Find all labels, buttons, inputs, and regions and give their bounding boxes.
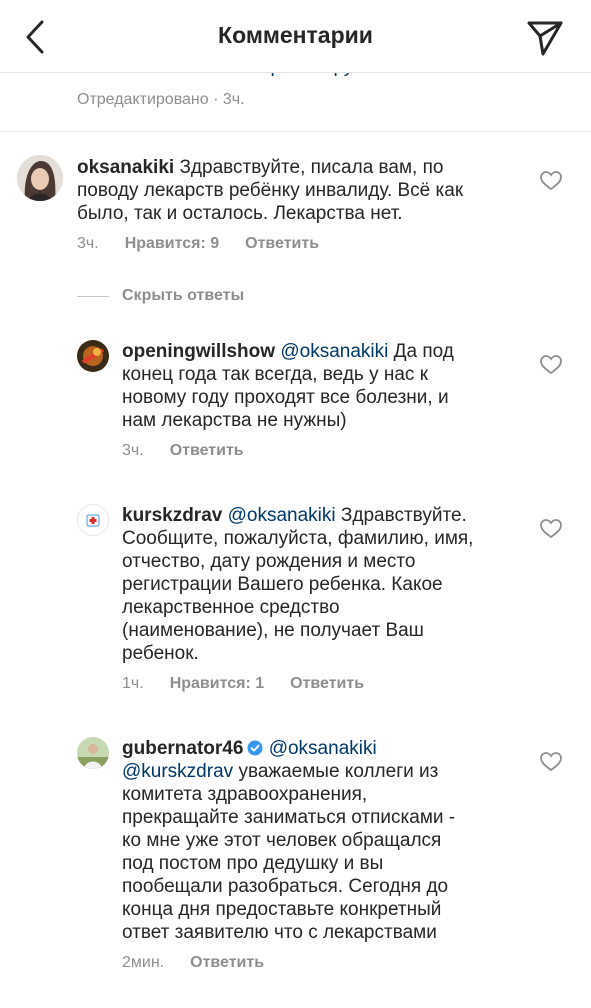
avatar[interactable] [77,504,109,536]
mention-link[interactable]: @oksanakiki [280,341,388,362]
avatar-photo-icon [17,155,63,201]
avatar[interactable] [77,737,109,769]
comment-text: openingwillshow @oksanakiki Да под конец… [122,340,454,432]
comment-text: oksanakiki Здравствуйте, писала вам, по … [77,156,463,225]
comment-line: Да под [393,341,454,362]
medical-cross-icon [78,505,108,535]
comment-time: 2мин. [122,954,165,971]
mention-link[interactable]: @oksanakiki [269,738,377,759]
reply-button[interactable]: Ответить [170,442,244,460]
like-heart-icon[interactable] [540,519,562,539]
likes-count[interactable]: Нравится: 9 [125,235,219,253]
like-heart-icon[interactable] [540,752,562,772]
likes-count[interactable]: Нравится: 1 [170,675,264,693]
comment-line: уважаемые коллеги из [238,761,439,782]
comment-line: конца дня предоставьте конкретный [122,899,442,920]
like-heart-icon[interactable] [540,355,562,375]
like-heart-icon[interactable] [540,171,562,191]
reply-button[interactable]: Ответить [245,235,319,253]
avatar[interactable] [77,340,109,372]
comment-line: отчество, дату рождения и место [122,551,416,572]
verified-badge-icon [247,740,263,756]
comment-text: gubernator46 @oksanakiki @kurskzdrav ува… [122,737,455,944]
comment-line: ребенок. [122,643,199,664]
comment-line: лекарственное средство [122,597,340,618]
avatar-photo-icon [77,340,109,372]
comment-line: Сообщите, пожалуйста, фамилию, имя, [122,528,474,549]
comment-meta: 3ч. Ответить [122,442,244,460]
comment-text: kurskzdrav @oksanakiki Здравствуйте. Соо… [122,504,473,665]
comment-line: было, так и осталось. Лекарства нет. [77,203,403,224]
comment-meta: 3ч. Нравится: 9 Ответить [77,235,319,253]
comment-line: Здравствуйте, писала вам, по [179,157,444,178]
comment-line: (наименование), не получает Ваш [122,620,424,641]
comment-line: под постом про дедушку и вы [122,853,384,874]
comment-time: 3ч. [122,442,144,459]
comment-line: поводу лекарств ребёнку инвалиду. Всё ка… [77,180,464,201]
mention-link[interactable]: @kurskzdrav [122,761,233,782]
comment-line: прекращайте заниматься отписками - [122,807,456,828]
avatar[interactable] [17,155,63,201]
comment-line: нам лекарства не нужны) [122,410,347,431]
comment-line: Здравствуйте. [340,505,467,526]
reply-button[interactable]: Ответить [290,675,364,693]
page-title: Комментарии [218,22,373,48]
reply-button[interactable]: Ответить [190,954,264,972]
comment-line: ответ заявителю что с лекарствами [122,922,437,943]
direct-send-icon[interactable] [524,18,566,58]
hide-replies-button[interactable]: Скрыть ответы [122,287,244,305]
comment-username[interactable]: openingwillshow [122,341,275,362]
hide-replies-line [77,296,109,297]
comment-username[interactable]: kurskzdrav [122,505,222,526]
comment-meta: 1ч. Нравится: 1 Ответить [122,675,364,693]
comment-line: пообещали разобраться. Сегодня до [122,876,449,897]
comment-line: комитета здравоохранения, [122,784,368,805]
comment-line: новому году проходят все болезни, и [122,387,449,408]
avatar-photo-icon [77,737,109,769]
comment-username[interactable]: gubernator46 [122,738,243,759]
comment-line: конец года так всегда, ведь у нас к [122,364,429,385]
mention-link[interactable]: @oksanakiki [228,505,336,526]
divider [0,131,591,132]
comment-username[interactable]: oksanakiki [77,157,174,178]
comment-line: ко мне уже этот человек обращался [122,830,442,851]
header-bar: Комментарии [0,0,591,73]
comment-line: регистрации Вашего ребенка. Какое [122,574,443,595]
comment-time: 3ч. [77,235,99,252]
comment-time: 1ч. [122,675,144,692]
comment-meta: 2мин. Ответить [122,954,264,972]
edited-label: Отредактировано · 3ч. [77,91,245,108]
